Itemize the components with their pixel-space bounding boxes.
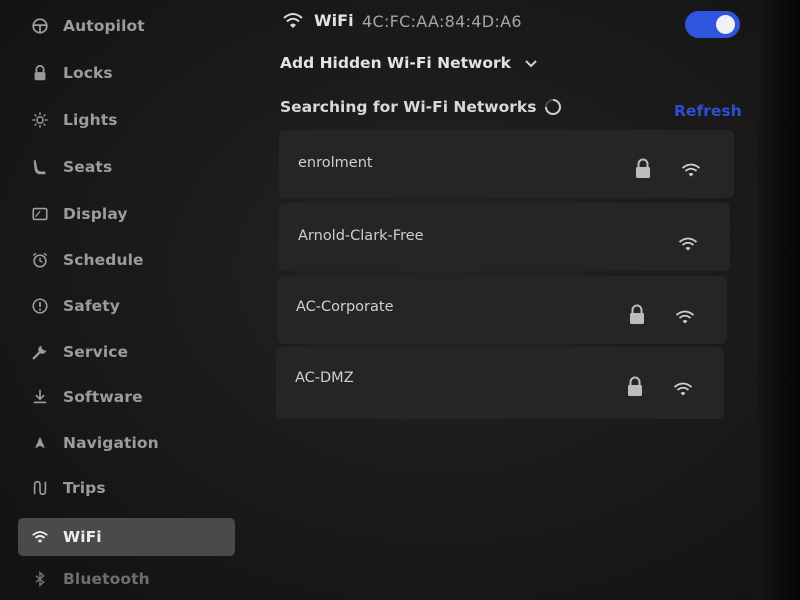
sidebar-item-label: Navigation: [63, 434, 159, 452]
lock-icon: [628, 303, 646, 325]
wifi-signal-icon: [673, 381, 693, 397]
trips-icon: [30, 478, 50, 498]
sidebar-item-wifi[interactable]: WiFi: [18, 518, 235, 556]
sun-icon: [30, 110, 50, 130]
page-title: WiFi: [314, 11, 354, 30]
sidebar-item-navigation[interactable]: Navigation: [18, 424, 235, 462]
sidebar-item-label: Bluetooth: [63, 570, 150, 588]
network-item-ac-dmz[interactable]: AC-DMZ: [276, 347, 724, 419]
settings-sidebar: Autopilot Locks Lights Seats Display Sch…: [0, 0, 250, 600]
network-name: enrolment: [298, 155, 373, 171]
network-name: AC-Corporate: [296, 299, 394, 315]
download-icon: [30, 387, 50, 407]
alert-circle-icon: [30, 296, 50, 316]
sidebar-item-safety[interactable]: Safety: [18, 287, 235, 325]
network-name: Arnold-Clark-Free: [298, 228, 424, 244]
refresh-button[interactable]: Refresh: [674, 102, 742, 120]
sidebar-item-software[interactable]: Software: [18, 378, 235, 416]
sidebar-item-bluetooth[interactable]: Bluetooth: [18, 560, 235, 598]
wifi-signal-icon: [678, 236, 698, 252]
sidebar-item-label: Service: [63, 343, 129, 361]
wrench-icon: [30, 342, 50, 362]
wifi-signal-icon: [681, 162, 701, 178]
wifi-header: WiFi 4C:FC:AA:84:4D:A6: [280, 8, 750, 38]
sidebar-item-trips[interactable]: Trips: [18, 469, 235, 507]
sidebar-item-service[interactable]: Service: [18, 333, 235, 371]
screen-bezel: [758, 0, 800, 600]
add-hidden-network-dropdown[interactable]: Add Hidden Wi-Fi Network: [280, 51, 539, 75]
chevron-down-icon: [523, 55, 539, 71]
sidebar-item-display[interactable]: Display: [18, 195, 235, 233]
loading-spinner-icon: [544, 98, 562, 116]
lock-icon: [634, 157, 652, 179]
network-item-enrolment[interactable]: enrolment: [279, 130, 734, 198]
mac-address: 4C:FC:AA:84:4D:A6: [362, 12, 522, 31]
lock-icon: [30, 63, 50, 83]
sidebar-item-label: Schedule: [63, 251, 144, 269]
searching-status: Searching for Wi-Fi Networks: [280, 96, 562, 118]
wifi-icon: [282, 10, 304, 30]
wifi-signal-icon: [675, 309, 695, 325]
sidebar-item-label: Display: [63, 205, 128, 223]
sidebar-item-lights[interactable]: Lights: [18, 101, 235, 139]
sidebar-item-label: Safety: [63, 297, 120, 315]
seat-icon: [30, 157, 50, 177]
sidebar-item-label: Trips: [63, 479, 106, 497]
display-icon: [30, 204, 50, 224]
steering-wheel-icon: [30, 16, 50, 36]
bluetooth-icon: [30, 569, 50, 589]
navigation-arrow-icon: [30, 433, 50, 453]
sidebar-item-label: WiFi: [63, 528, 102, 546]
sidebar-item-autopilot[interactable]: Autopilot: [18, 7, 235, 45]
searching-label: Searching for Wi-Fi Networks: [280, 98, 537, 116]
network-item-ac-corporate[interactable]: AC-Corporate: [277, 276, 727, 344]
sidebar-item-schedule[interactable]: Schedule: [18, 241, 235, 279]
sidebar-item-label: Autopilot: [63, 17, 145, 35]
sidebar-item-locks[interactable]: Locks: [18, 54, 235, 92]
network-name: AC-DMZ: [295, 370, 354, 386]
sidebar-item-seats[interactable]: Seats: [18, 148, 235, 186]
sidebar-item-label: Locks: [63, 64, 113, 82]
sidebar-item-label: Lights: [63, 111, 118, 129]
add-hidden-network-label: Add Hidden Wi-Fi Network: [280, 54, 511, 72]
wifi-icon: [30, 527, 50, 547]
toggle-knob: [716, 15, 735, 34]
wifi-toggle[interactable]: [685, 11, 740, 38]
sidebar-item-label: Software: [63, 388, 143, 406]
network-item-arnold-clark-free[interactable]: Arnold-Clark-Free: [278, 203, 730, 271]
lock-icon: [626, 375, 644, 397]
sidebar-item-label: Seats: [63, 158, 113, 176]
alarm-clock-icon: [30, 250, 50, 270]
